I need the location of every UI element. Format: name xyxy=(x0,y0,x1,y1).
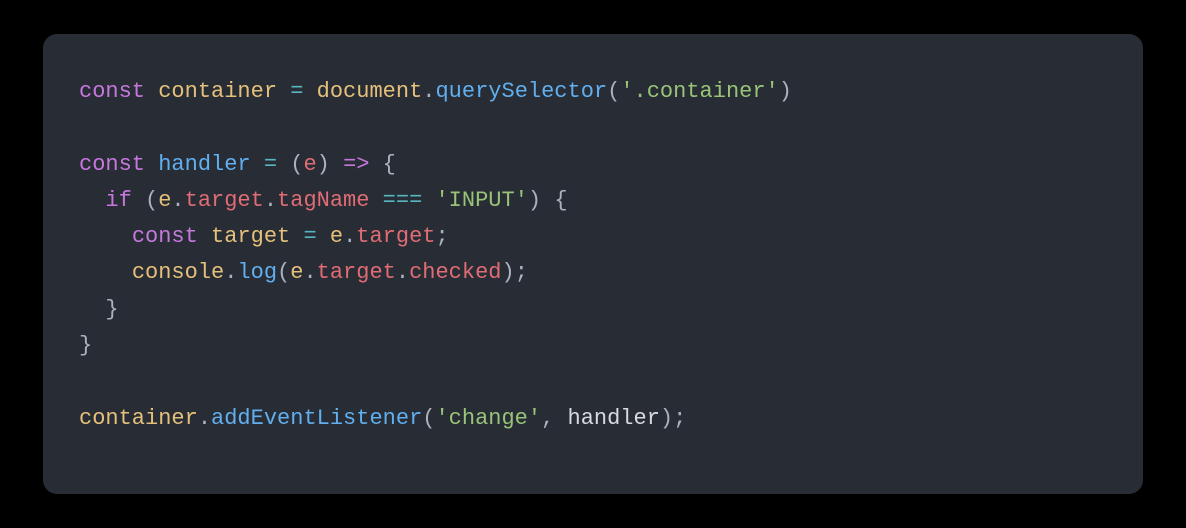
code-line-10: container.addEventListener('change', han… xyxy=(79,401,1107,437)
code-line-5: const target = e.target; xyxy=(79,219,1107,255)
code-line-4: if (e.target.tagName === 'INPUT') { xyxy=(79,183,1107,219)
code-line-2 xyxy=(79,110,1107,146)
code-line-1: const container = document.querySelector… xyxy=(79,74,1107,110)
code-line-9 xyxy=(79,364,1107,400)
code-line-7: } xyxy=(79,292,1107,328)
code-snippet: const container = document.querySelector… xyxy=(43,34,1143,494)
code-line-6: console.log(e.target.checked); xyxy=(79,255,1107,291)
code-line-8: } xyxy=(79,328,1107,364)
code-line-3: const handler = (e) => { xyxy=(79,147,1107,183)
